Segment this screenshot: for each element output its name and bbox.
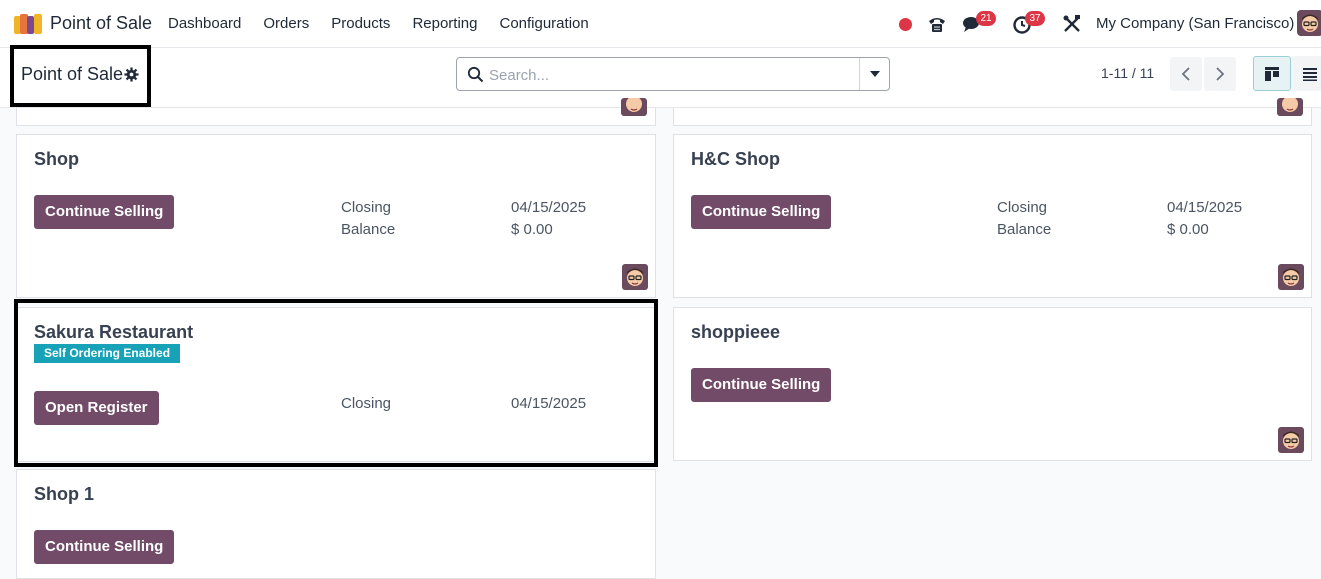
top-navbar: Point of Sale Dashboard Orders Products … xyxy=(0,0,1321,48)
list-view-button[interactable] xyxy=(1291,56,1321,91)
responsible-avatar xyxy=(1278,264,1304,290)
continue-selling-button[interactable]: Continue Selling xyxy=(691,195,832,229)
closing-value: 04/15/2025 xyxy=(511,199,587,216)
pos-card-shop[interactable]: Shop Continue Selling Closing 04/15/2025… xyxy=(16,134,656,298)
kanban-card-partial[interactable] xyxy=(16,98,656,126)
pager-previous-button[interactable] xyxy=(1170,57,1202,91)
app-name[interactable]: Point of Sale xyxy=(50,13,152,34)
status-dot-icon[interactable] xyxy=(899,18,912,31)
pager-next-button[interactable] xyxy=(1204,57,1236,91)
balance-value: $ 0.00 xyxy=(511,221,553,238)
main-menu: Dashboard Orders Products Reporting Conf… xyxy=(168,15,611,32)
closing-label: Closing xyxy=(997,199,1048,216)
caret-down-icon xyxy=(869,71,880,77)
card-title[interactable]: Shop 1 xyxy=(34,484,94,505)
search-bar xyxy=(456,57,890,91)
kanban-view-button[interactable] xyxy=(1253,56,1291,91)
chevron-right-icon xyxy=(1216,67,1225,81)
menu-orders[interactable]: Orders xyxy=(263,15,309,32)
responsible-avatar xyxy=(621,98,647,116)
card-title[interactable]: Shop xyxy=(34,149,79,170)
closing-value: 04/15/2025 xyxy=(1167,199,1243,216)
responsible-avatar xyxy=(1278,427,1304,453)
pos-card-hc-shop[interactable]: H&C Shop Continue Selling Closing 04/15/… xyxy=(673,134,1312,298)
search-icon xyxy=(467,66,484,83)
continue-selling-button[interactable]: Continue Selling xyxy=(34,195,175,229)
pos-app-icon[interactable] xyxy=(14,14,42,34)
card-title[interactable]: shoppieee xyxy=(691,322,780,343)
responsible-avatar xyxy=(1277,98,1303,116)
pos-card-shop-1[interactable]: Shop 1 Continue Selling xyxy=(16,469,656,579)
balance-label: Balance xyxy=(997,221,1052,238)
search-options-toggle[interactable] xyxy=(859,58,889,90)
menu-configuration[interactable]: Configuration xyxy=(499,15,588,32)
balance-value: $ 0.00 xyxy=(1167,221,1209,238)
tools-icon[interactable] xyxy=(1062,14,1082,34)
continue-selling-button[interactable]: Continue Selling xyxy=(34,530,175,564)
company-switcher[interactable]: My Company (San Francisco) xyxy=(1096,15,1294,32)
menu-dashboard[interactable]: Dashboard xyxy=(168,15,241,32)
closing-label: Closing xyxy=(341,199,392,216)
phone-icon[interactable] xyxy=(926,13,948,35)
activity-badge: 37 xyxy=(1025,11,1045,26)
card-highlight xyxy=(14,299,658,467)
chat-badge: 21 xyxy=(976,11,996,26)
responsible-avatar xyxy=(622,264,648,290)
menu-products[interactable]: Products xyxy=(331,15,390,32)
balance-label: Balance xyxy=(341,221,396,238)
search-input[interactable] xyxy=(489,64,849,86)
pager-value[interactable]: 1-11 / 11 xyxy=(1101,65,1154,81)
user-avatar[interactable] xyxy=(1297,10,1321,36)
gear-icon[interactable] xyxy=(124,67,139,82)
menu-reporting[interactable]: Reporting xyxy=(412,15,477,32)
breadcrumb[interactable]: Point of Sale xyxy=(21,64,123,85)
list-icon xyxy=(1303,67,1317,81)
card-title[interactable]: H&C Shop xyxy=(691,149,780,170)
pos-card-shoppieee[interactable]: shoppieee Continue Selling xyxy=(673,307,1312,461)
continue-selling-button[interactable]: Continue Selling xyxy=(691,368,832,402)
kanban-icon xyxy=(1265,66,1279,81)
chevron-left-icon xyxy=(1181,67,1190,81)
kanban-card-partial[interactable] xyxy=(673,98,1312,126)
